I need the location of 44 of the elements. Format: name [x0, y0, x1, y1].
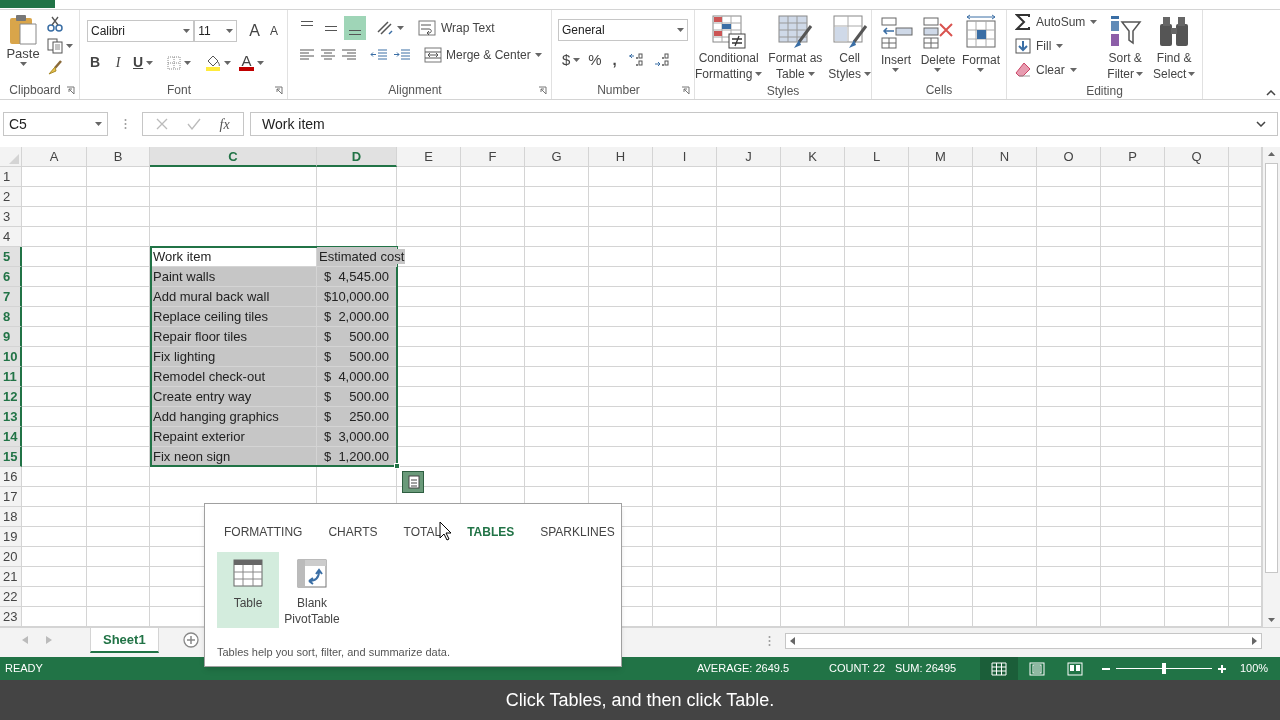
- group-label: Font: [166, 82, 192, 99]
- currency-sign: $: [324, 388, 332, 406]
- status-average: AVERAGE: 2649.5: [697, 662, 790, 675]
- currency-sign: $: [324, 428, 332, 446]
- table-cell-text: 3,000.00: [338, 428, 389, 446]
- table-cell-text: 2,000.00: [338, 308, 389, 326]
- currency-sign: $: [324, 288, 332, 306]
- video-caption: Click Tables, and then click Table.: [505, 688, 775, 712]
- group-label: Cells: [924, 82, 954, 99]
- group-label: Editing: [1085, 83, 1124, 100]
- panel-description: Tables help you sort, filter, and summarize data.: [217, 644, 451, 660]
- table-cell-text: 4,000.00: [338, 368, 389, 386]
- group-label: Alignment: [387, 82, 443, 99]
- table-cell-text: 500.00: [349, 328, 389, 346]
- table-cell: Replace ceiling tiles: [150, 307, 317, 327]
- table-cell: Paint walls: [150, 267, 317, 287]
- currency-sign: $: [324, 268, 332, 286]
- group-label: Number: [596, 82, 641, 99]
- table-cell: Add mural back wall: [150, 287, 317, 307]
- currency-sign: $: [324, 408, 332, 426]
- table-cell: Remodel check-out: [150, 367, 317, 387]
- table-cell-text: 500.00: [349, 388, 389, 406]
- status-sum: SUM: 26495: [895, 662, 957, 675]
- group-label: Styles: [765, 83, 801, 100]
- table-cell-text: 250.00: [349, 408, 389, 426]
- currency-sign: $: [324, 328, 332, 346]
- currency-sign: $: [324, 348, 332, 366]
- status-count: COUNT: 22: [829, 662, 886, 675]
- table-cell-text: 4,545.00: [338, 268, 389, 286]
- currency-sign: $: [324, 448, 332, 466]
- currency-sign: $: [324, 368, 332, 386]
- table-cell-text: 500.00: [349, 348, 389, 366]
- currency-sign: $: [324, 308, 332, 326]
- table-cell: Fix lighting: [150, 347, 317, 367]
- table-cell: Repaint exterior: [150, 427, 317, 447]
- table-cell: Add hanging graphics: [150, 407, 317, 427]
- status-text: READY: [5, 662, 43, 675]
- table-cell-text: 1,200.00: [338, 448, 389, 466]
- table-cell: Create entry way: [150, 387, 317, 407]
- zoom-level: 100%: [1240, 661, 1269, 677]
- table-cell: Repair floor tiles: [150, 327, 317, 347]
- table-cell: Estimated cost: [319, 249, 406, 264]
- group-label: Clipboard: [8, 82, 62, 99]
- table-cell-text: 10,000.00: [331, 288, 390, 306]
